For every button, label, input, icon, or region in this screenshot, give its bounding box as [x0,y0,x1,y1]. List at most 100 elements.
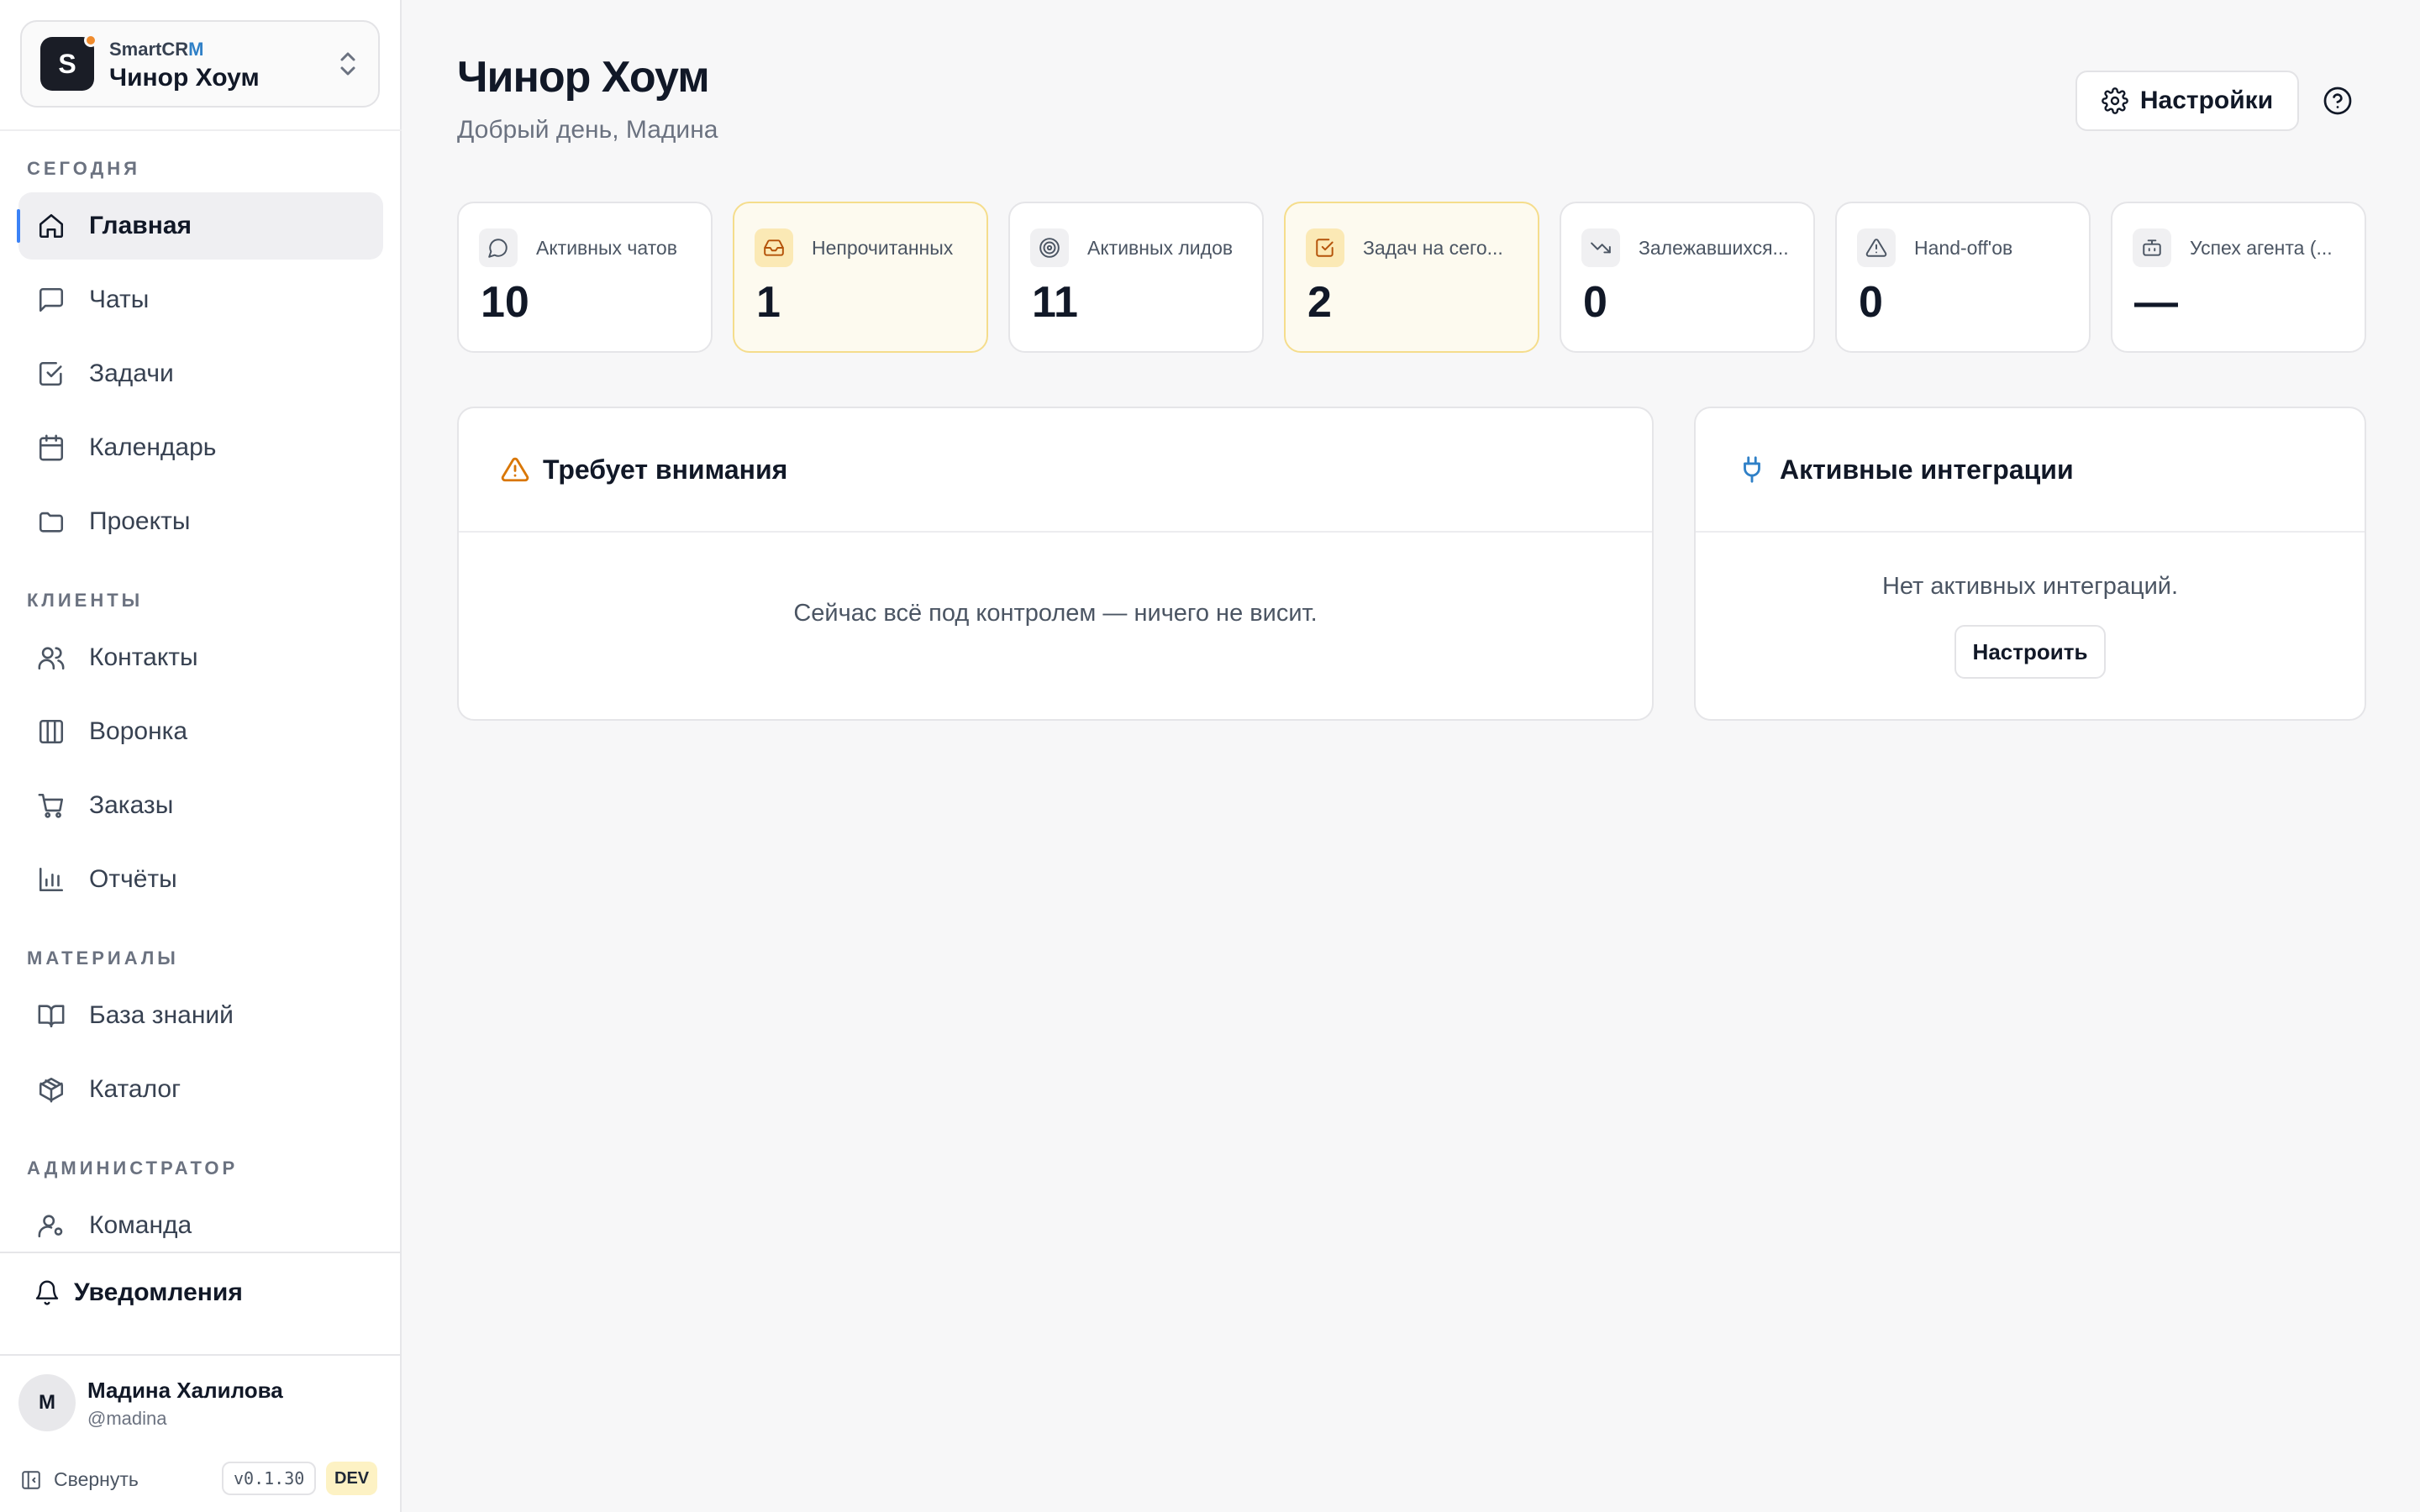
stat-label: Hand-off'ов [1914,237,2013,259]
stat-label: Залежавшихся... [1639,237,1789,259]
folder-icon [39,512,64,533]
nav-team[interactable]: Команда [18,1192,383,1259]
stat-card-active-leads[interactable]: Активных лидов 11 [1008,202,1264,353]
collapse-sidebar-button[interactable]: Свернуть [20,1468,139,1491]
nav-contacts-label: Контакты [89,643,198,671]
section-today: СЕГОДНЯ [27,158,140,179]
bot-icon [2143,239,2161,256]
avatar[interactable]: М [18,1374,76,1431]
stat-label: Задач на сего... [1363,237,1503,259]
bar-chart-icon [39,867,64,892]
greeting: Добрый день, Мадина [457,116,718,144]
nav-tasks-label: Задачи [89,360,174,387]
columns-icon [39,719,64,744]
integrations-panel: Активные интеграции Нет активных интегра… [1694,407,2366,721]
stat-card-agent-success[interactable]: Успех агента (... — [2111,202,2366,353]
plug-icon [1744,456,1760,483]
workspace-name: Чинор Хоум [109,64,260,92]
section-clients: КЛИЕНТЫ [27,590,144,611]
nav-projects[interactable]: Проекты [18,488,383,555]
divider [0,1354,402,1356]
stat-card-stale[interactable]: Залежавшихся... 0 [1560,202,1815,353]
stat-label: Активных чатов [536,237,677,259]
panel-left-icon [22,1470,40,1489]
nav-chats[interactable]: Чаты [18,266,383,333]
chat-bubble-icon [488,239,508,258]
cart-icon [38,793,64,818]
warning-icon [1865,239,1887,257]
stat-value: 10 [481,278,529,327]
book-icon [38,1005,65,1028]
settings-button[interactable]: Настройки [2075,71,2299,131]
nav-home-label: Главная [89,212,192,239]
section-admin: АДМИНИСТРАТОР [27,1158,239,1179]
collapse-label: Свернуть [54,1468,139,1490]
workspace-switcher[interactable]: S SmartCRM Чинор Хоум [20,20,380,108]
target-icon [1039,238,1060,258]
stat-card-unread[interactable]: Непрочитанных 1 [733,202,988,353]
stat-label: Непрочитанных [812,237,954,259]
divider [0,129,402,131]
section-materials: МАТЕРИАЛЫ [27,948,179,969]
users-icon [38,647,65,670]
nav-orders[interactable]: Заказы [18,772,383,839]
user-cog-icon [38,1215,63,1238]
nav-home[interactable]: Главная [17,192,383,260]
gear-icon [2102,87,2128,114]
nav-knowledge[interactable]: База знаний [18,982,383,1049]
attention-empty-text: Сейчас всё под контролем — ничего не вис… [793,600,1318,627]
chat-icon [39,287,64,312]
status-dot [84,34,97,47]
nav-calendar[interactable]: Календарь [18,414,383,481]
integrations-empty-text: Нет активных интеграций. [1881,573,2179,600]
nav-chats-label: Чаты [89,286,150,313]
divider [0,1252,402,1253]
setup-integrations-button[interactable]: Настроить [1954,625,2106,679]
notifications-label: Уведомления [74,1278,243,1306]
stat-label: Успех агента (... [2190,237,2333,259]
attention-panel: Требует внимания Сейчас всё под контроле… [457,407,1654,721]
attention-title: Требует внимания [543,454,788,485]
stat-value: 11 [1032,278,1078,327]
env-badge: DEV [326,1462,378,1495]
user-handle: @madina [87,1408,167,1429]
nav-catalog[interactable]: Каталог [18,1056,383,1123]
version-badge: v0.1.30 [222,1462,317,1495]
bell-icon [35,1280,59,1305]
stat-card-tasks-today[interactable]: Задач на сего... 2 [1284,202,1539,353]
page-title: Чинор Хоум [457,53,710,102]
nav-reports-label: Отчёты [89,865,177,893]
chevron-up-down-icon [340,52,355,76]
checkbox-icon [1316,239,1334,257]
user-name: Мадина Халилова [87,1378,283,1403]
settings-label: Настройки [2139,87,2274,114]
nav-projects-label: Проекты [89,507,191,535]
nav-funnel-label: Воронка [89,717,188,745]
stat-value: — [2134,278,2178,327]
nav-funnel[interactable]: Воронка [18,698,383,765]
stat-value: 0 [1859,278,1883,327]
integrations-header: Активные интеграции [1696,408,2365,533]
stat-card-active-chats[interactable]: Активных чатов 10 [457,202,713,353]
brand-name: SmartCRM [109,39,204,60]
nav-catalog-label: Каталог [89,1075,182,1103]
notifications-button[interactable]: Уведомления [34,1278,243,1307]
stat-label: Активных лидов [1087,237,1234,259]
home-icon [39,213,64,239]
nav-reports[interactable]: Отчёты [18,846,383,913]
attention-header: Требует внимания [459,408,1652,533]
sidebar: S SmartCRM Чинор Хоум СЕГОДНЯ Главная Ча… [0,0,402,1512]
calendar-icon [39,434,64,461]
stat-card-handoffs[interactable]: Hand-off'ов 0 [1835,202,2091,353]
nav-knowledge-label: База знаний [89,1001,234,1029]
nav-contacts[interactable]: Контакты [18,624,383,691]
nav-tasks[interactable]: Задачи [18,340,383,407]
integrations-title: Активные интеграции [1780,454,2074,485]
stat-value: 0 [1583,278,1607,327]
stat-value: 1 [756,278,781,327]
help-icon[interactable] [2323,86,2353,116]
stat-value: 2 [1307,278,1332,327]
nav-calendar-label: Календарь [89,433,217,461]
package-icon [39,1077,64,1103]
nav-team-label: Команда [89,1211,192,1239]
